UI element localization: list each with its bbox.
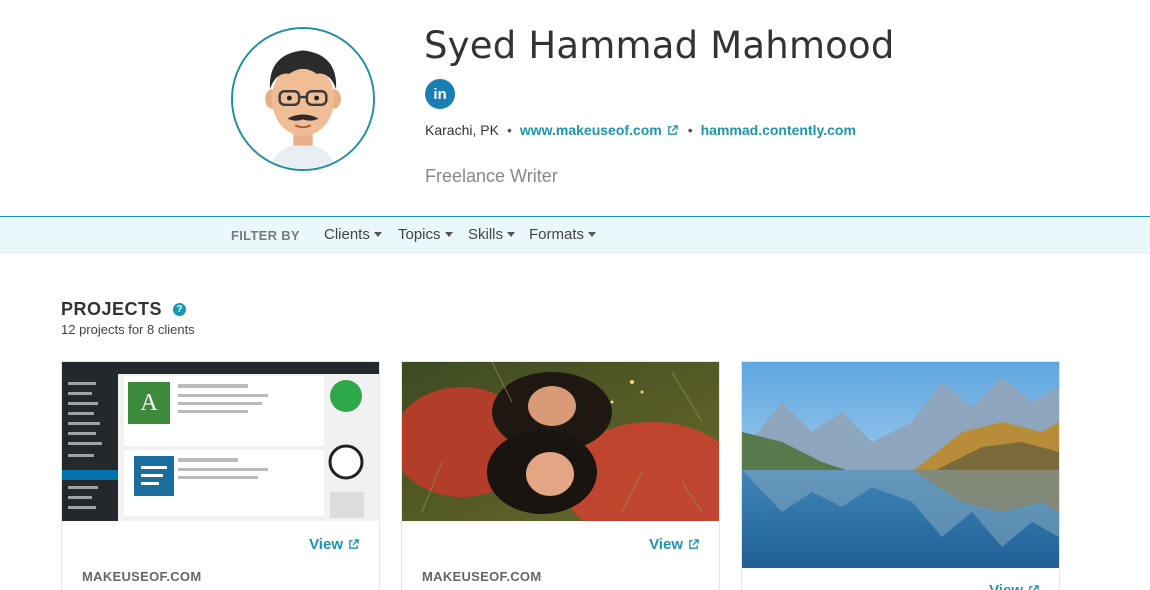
wordpress-plugins-image: A <box>62 362 379 521</box>
view-link-label: View <box>989 582 1023 590</box>
project-thumbnail[interactable] <box>742 362 1059 568</box>
separator-dot: • <box>687 122 693 138</box>
website-link[interactable]: www.makeuseof.com <box>520 122 678 138</box>
filter-bar: FILTER BY Clients Topics Skills Formats <box>0 216 1150 253</box>
website-link-label: www.makeuseof.com <box>519 122 662 138</box>
location: Karachi, PK <box>425 122 499 138</box>
profile-name: Syed Hammad Mahmood <box>424 24 895 67</box>
client-name: MAKEUSEOF.COM <box>82 569 202 584</box>
external-link-icon <box>689 539 699 549</box>
caret-down-icon <box>373 232 382 237</box>
project-card[interactable]: A View MAKEUSEOF.COM <box>61 361 380 590</box>
filter-formats-dropdown[interactable]: Formats <box>529 226 597 243</box>
projects-count: 12 projects for 8 clients <box>61 322 195 337</box>
filter-skills-label: Skills <box>468 226 504 243</box>
filter-formats-label: Formats <box>529 226 585 243</box>
profile-role: Freelance Writer <box>425 166 558 186</box>
mountain-lake-image <box>742 362 1059 568</box>
avatar <box>231 27 375 171</box>
external-link-icon <box>1029 585 1039 590</box>
two-women-image <box>402 362 719 521</box>
view-link[interactable]: View <box>649 536 699 553</box>
caret-down-icon <box>444 232 453 237</box>
projects-heading: PROJECTS <box>61 299 163 319</box>
profile-meta: Karachi, PK • www.makeuseof.com • hammad… <box>425 122 856 138</box>
filter-clients-dropdown[interactable]: Clients <box>324 226 382 243</box>
client-name: MAKEUSEOF.COM <box>422 569 542 584</box>
filter-topics-label: Topics <box>398 226 441 243</box>
filter-clients-label: Clients <box>324 226 370 243</box>
filter-skills-dropdown[interactable]: Skills <box>468 226 516 243</box>
external-link-icon <box>349 539 359 549</box>
project-thumbnail[interactable] <box>402 362 719 521</box>
project-card[interactable]: View MAKEUSEOF.COM <box>401 361 720 590</box>
profile-header: Syed Hammad Mahmood in Karachi, PK • www… <box>0 0 1150 216</box>
portfolio-link[interactable]: hammad.contently.com <box>701 122 856 138</box>
filter-topics-dropdown[interactable]: Topics <box>398 226 453 243</box>
caret-down-icon <box>507 232 516 237</box>
project-thumbnail[interactable]: A <box>62 362 379 521</box>
view-link[interactable]: View <box>989 582 1039 590</box>
question-circle-icon[interactable]: ? <box>173 303 186 316</box>
view-link-label: View <box>309 536 343 553</box>
project-card[interactable]: View <box>741 361 1060 590</box>
view-link-label: View <box>649 536 683 553</box>
avatar-illustration <box>233 29 373 169</box>
filter-label: FILTER BY <box>231 228 300 243</box>
linkedin-icon[interactable]: in <box>425 79 455 109</box>
view-link[interactable]: View <box>309 536 359 553</box>
svg-text:A: A <box>140 390 158 416</box>
separator-dot: • <box>506 122 512 138</box>
caret-down-icon <box>588 232 597 237</box>
external-link-icon <box>667 125 678 135</box>
